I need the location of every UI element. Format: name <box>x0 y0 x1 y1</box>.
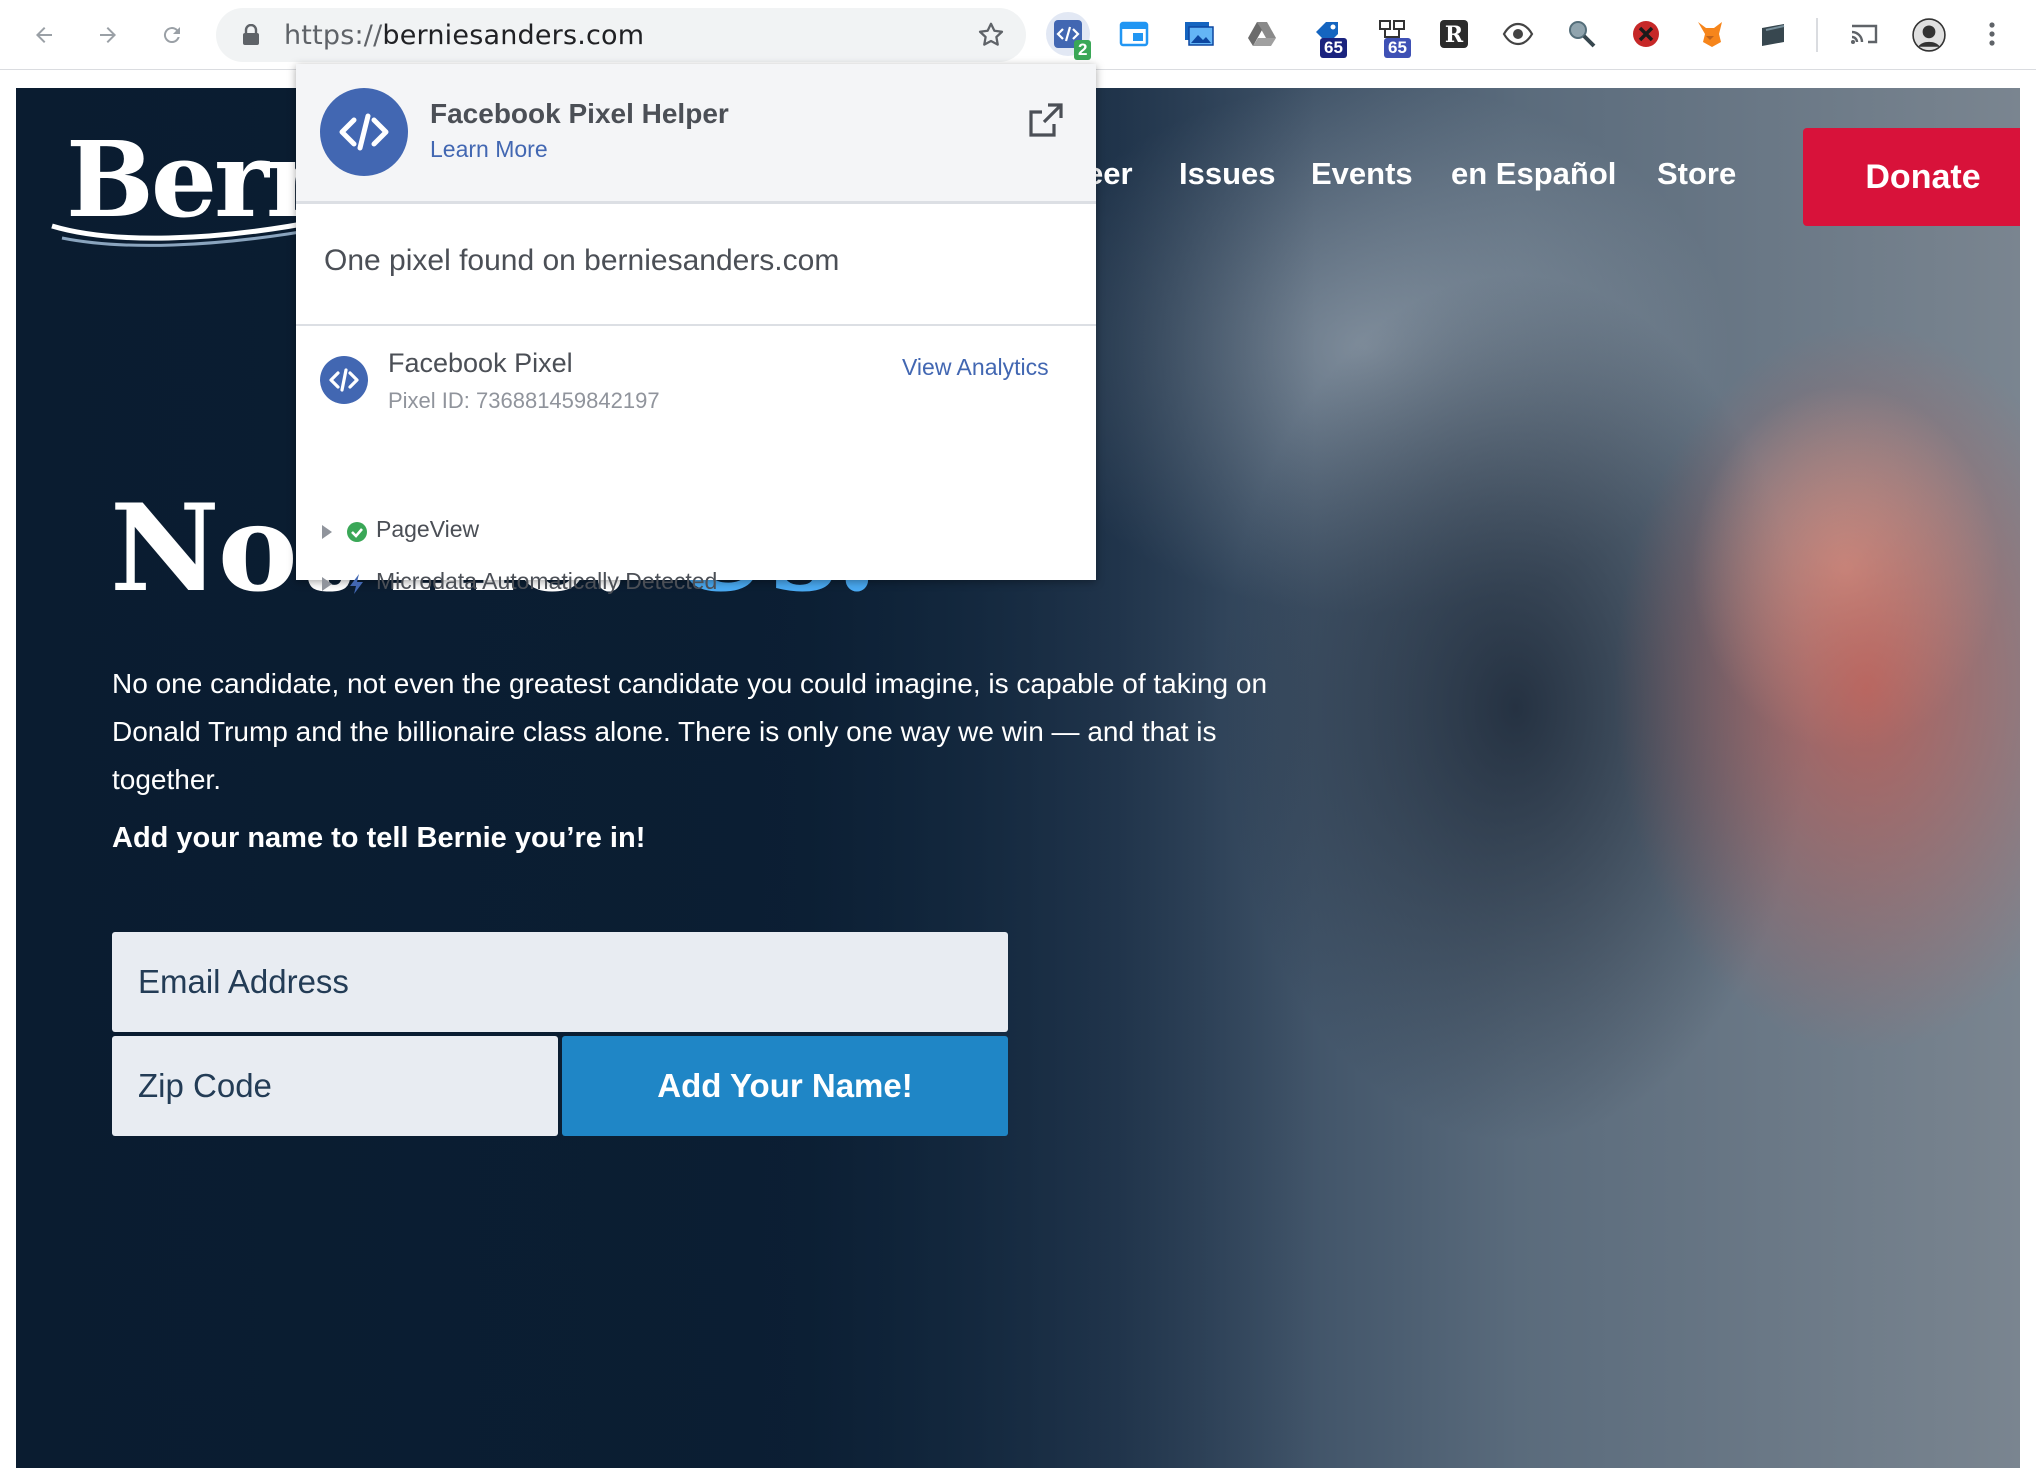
pixel-helper-logo <box>320 88 408 176</box>
code-icon <box>329 368 359 392</box>
facebook-pixel-helper-extension[interactable]: 2 <box>1046 12 1092 60</box>
url-text: https://berniesanders.com <box>284 20 645 51</box>
check-circle-icon <box>347 522 367 542</box>
blocker-icon <box>1633 21 1659 47</box>
folder-extension[interactable] <box>1752 12 1796 56</box>
drive-extension[interactable] <box>1240 12 1284 56</box>
profile-button[interactable] <box>1906 12 1950 56</box>
r-extension[interactable]: R <box>1432 12 1476 56</box>
view-analytics-link[interactable]: View Analytics <box>902 354 1049 381</box>
eye-icon <box>1502 22 1534 46</box>
donate-button[interactable]: Donate <box>1803 128 2020 226</box>
back-button[interactable] <box>22 13 66 57</box>
lock-icon <box>243 24 259 45</box>
r-icon: R <box>1440 20 1468 48</box>
add-your-name-button[interactable]: Add Your Name! <box>562 1036 1008 1136</box>
back-arrow-icon <box>36 27 52 43</box>
inspector-extension[interactable] <box>1560 12 1604 56</box>
learn-more-link[interactable]: Learn More <box>430 136 548 163</box>
window-extension[interactable] <box>1112 12 1156 56</box>
network-extension[interactable]: 65 <box>1370 12 1414 58</box>
event-label: PageView <box>376 516 480 542</box>
logo-swoosh <box>51 217 325 247</box>
toolbar-separator <box>1816 18 1818 52</box>
email-field[interactable] <box>112 932 1008 1032</box>
pixel-logo <box>320 356 368 404</box>
tag-extension[interactable]: 65 <box>1306 12 1350 58</box>
popup-divider <box>296 324 1096 326</box>
nav-item-espanol[interactable]: en Español <box>1451 156 1616 192</box>
pixel-name: Facebook Pixel <box>388 348 573 378</box>
blocker-extension[interactable] <box>1624 12 1668 56</box>
fox-icon <box>1698 22 1722 47</box>
popup-title: Facebook Pixel Helper <box>430 98 729 129</box>
event-label: Microdata Automatically Detected <box>376 568 718 594</box>
hero-cta-text: Add your name to tell Bernie you’re in! <box>112 822 646 854</box>
lightning-icon <box>350 574 363 594</box>
nav-item-events[interactable]: Events <box>1311 156 1413 192</box>
cast-button[interactable] <box>1842 12 1886 56</box>
cast-icon <box>1851 24 1878 44</box>
extension-badge: 65 <box>1384 38 1411 58</box>
popup-header: Facebook Pixel Helper Learn More <box>296 64 1096 204</box>
eye-extension[interactable] <box>1496 12 1540 56</box>
svg-text:R: R <box>1445 22 1464 48</box>
open-external-icon[interactable] <box>1026 100 1066 140</box>
pixel-summary: One pixel found on berniesanders.com <box>324 244 840 277</box>
reload-button[interactable] <box>150 13 194 57</box>
nav-item-store[interactable]: Store <box>1657 156 1736 192</box>
pixel-id: Pixel ID: 736881459842197 <box>388 388 660 413</box>
address-bar[interactable]: https://berniesanders.com <box>216 8 1026 62</box>
screenshot-extension[interactable] <box>1176 12 1220 56</box>
fox-extension[interactable] <box>1688 12 1732 56</box>
browser-menu-button[interactable] <box>1970 12 2014 56</box>
extension-badge: 2 <box>1074 40 1092 60</box>
drive-icon <box>1248 22 1276 46</box>
forward-arrow-icon <box>100 27 116 43</box>
forward-button[interactable] <box>86 13 130 57</box>
avatar <box>1912 18 1946 52</box>
zip-code-field[interactable] <box>112 1036 558 1136</box>
nav-item-issues[interactable]: Issues <box>1179 156 1276 192</box>
hero-body: No one candidate, not even the greatest … <box>112 668 1268 795</box>
more-icon <box>1989 22 1995 46</box>
code-icon <box>339 113 389 151</box>
expand-triangle-icon <box>322 577 332 591</box>
screenshot-icon <box>1185 22 1214 46</box>
extension-badge: 65 <box>1320 38 1347 58</box>
window-icon <box>1119 21 1149 47</box>
inspector-icon <box>1569 21 1596 48</box>
bookmark-star-icon[interactable] <box>976 20 1006 50</box>
pixel-helper-popup: Facebook Pixel Helper Learn More One pix… <box>296 64 1096 594</box>
reload-icon <box>163 27 180 44</box>
browser-toolbar: https://berniesanders.com 2 65 65 R <box>0 0 2036 70</box>
folder-icon <box>1762 24 1785 46</box>
expand-triangle-icon <box>322 525 332 539</box>
